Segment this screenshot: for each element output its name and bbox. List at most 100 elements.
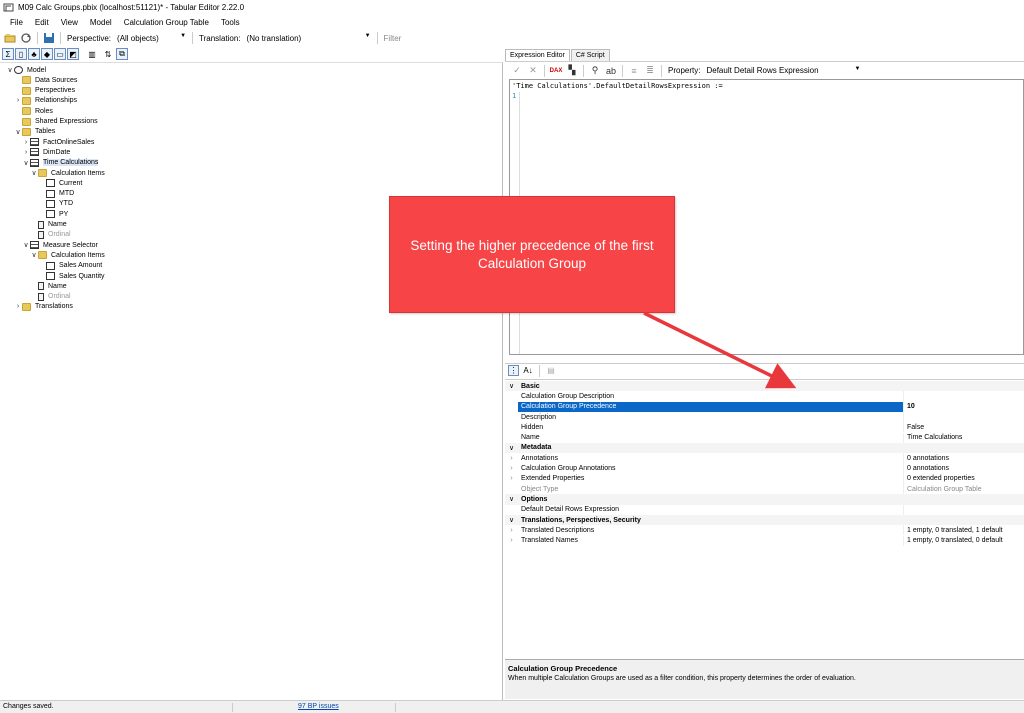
property-row[interactable]: Description xyxy=(505,411,1024,423)
open-icon[interactable] xyxy=(4,32,16,44)
uncomment-icon[interactable]: ≣ xyxy=(645,65,655,76)
tree-node[interactable]: ∨ Model xyxy=(6,65,46,75)
tree-node[interactable]: Data Sources xyxy=(14,75,77,85)
property-value[interactable]: False xyxy=(903,422,1024,433)
grid-view-icon[interactable]: ▥ xyxy=(86,48,98,60)
columns-icon[interactable]: ▯ xyxy=(15,48,27,60)
find-icon[interactable]: ⚲ xyxy=(590,65,600,76)
expander-icon[interactable]: ∨ xyxy=(30,169,38,177)
property-value[interactable]: Calculation Group Table xyxy=(903,484,1024,495)
tree-node[interactable]: Current xyxy=(38,178,82,188)
check-icon[interactable]: ✓ xyxy=(512,65,522,76)
tree-node[interactable]: YTD xyxy=(38,199,73,209)
expand-icon[interactable]: › xyxy=(505,537,518,544)
comment-icon[interactable]: ≡ xyxy=(629,66,639,76)
tab-csharp-script[interactable]: C# Script xyxy=(570,49,610,61)
tree-node[interactable]: ∨ Calculation Items xyxy=(30,168,105,178)
collapse-icon[interactable]: ∨ xyxy=(505,495,518,503)
property-row[interactable]: › Annotations 0 annotations xyxy=(505,453,1024,464)
tree-node[interactable]: › Relationships xyxy=(14,96,77,106)
tree-node[interactable]: ∨ Time Calculations xyxy=(22,158,99,168)
property-row[interactable]: Object Type Calculation Group Table xyxy=(505,484,1024,495)
property-value[interactable] xyxy=(903,411,1024,423)
translation-dropdown[interactable]: (No translation) ▼ xyxy=(244,32,374,44)
menu-item-calculation-group-table[interactable]: Calculation Group Table xyxy=(118,18,215,27)
tree-node[interactable]: ∨ Calculation Items xyxy=(30,250,105,260)
tree-node[interactable]: › DimDate xyxy=(22,147,70,157)
collapse-icon[interactable]: ∨ xyxy=(505,444,518,452)
tree-node[interactable]: Ordinal xyxy=(30,230,71,240)
menu-item-tools[interactable]: Tools xyxy=(215,18,246,27)
property-row[interactable]: Name Time Calculations xyxy=(505,432,1024,443)
sort-icon[interactable]: ⇅ xyxy=(102,48,114,60)
tree-node[interactable]: Perspectives xyxy=(14,86,75,96)
property-category[interactable]: ∨ Metadata xyxy=(505,442,1024,454)
menu-item-file[interactable]: File xyxy=(4,18,29,27)
expander-icon[interactable]: ∨ xyxy=(22,159,30,167)
expand-icon[interactable]: › xyxy=(505,455,518,462)
dax-format-icon[interactable]: DAX xyxy=(550,66,563,76)
expand-icon[interactable]: › xyxy=(505,465,518,472)
property-category[interactable]: ∨ Translations, Perspectives, Security xyxy=(505,514,1024,526)
tree-node[interactable]: Sales Amount xyxy=(38,261,102,271)
property-value[interactable]: 10 xyxy=(903,401,1024,412)
expander-icon[interactable]: ∨ xyxy=(6,66,14,74)
expander-icon[interactable]: ∨ xyxy=(30,251,38,259)
collapse-icon[interactable]: ∨ xyxy=(505,516,518,524)
menu-item-view[interactable]: View xyxy=(55,18,84,27)
info-columns-icon[interactable]: ◩ xyxy=(67,48,79,60)
tree-node[interactable]: ∨ Tables xyxy=(14,127,55,137)
refresh-icon[interactable] xyxy=(20,32,32,44)
expand-icon[interactable]: › xyxy=(505,527,518,534)
cancel-icon[interactable]: ✕ xyxy=(528,65,538,76)
menu-item-edit[interactable]: Edit xyxy=(29,18,55,27)
property-pages-icon[interactable]: ▤ xyxy=(545,365,557,377)
replace-icon[interactable]: ab xyxy=(606,66,616,76)
property-value[interactable]: 0 extended properties xyxy=(903,473,1024,484)
expander-icon[interactable]: › xyxy=(22,139,30,146)
tree-node[interactable]: Sales Quantity xyxy=(38,271,105,281)
property-row[interactable]: Default Detail Rows Expression xyxy=(505,504,1024,515)
expand-icon[interactable]: › xyxy=(505,475,518,482)
property-row[interactable]: › Translated Names 1 empty, 0 translated, … xyxy=(505,535,1024,546)
expander-icon[interactable]: › xyxy=(14,97,22,104)
categorized-icon[interactable]: ⋮ xyxy=(508,365,519,376)
property-category[interactable]: ∨ Basic xyxy=(505,381,1024,392)
tree-node[interactable]: PY xyxy=(38,209,68,219)
menu-item-model[interactable]: Model xyxy=(84,18,118,27)
expander-icon[interactable]: › xyxy=(14,303,22,310)
collapse-icon[interactable]: ∨ xyxy=(505,382,518,390)
expander-icon[interactable]: ∨ xyxy=(22,241,30,249)
property-row[interactable]: Calculation Group Precedence 10 xyxy=(505,401,1024,412)
hierarchy-icon[interactable]: ♣ xyxy=(28,48,40,60)
tree-node[interactable]: › FactOnlineSales xyxy=(22,137,94,147)
tree-node[interactable]: › Translations xyxy=(14,302,73,312)
property-row[interactable]: › Translated Descriptions 1 empty, 0 trans… xyxy=(505,525,1024,536)
property-row[interactable]: Hidden False xyxy=(505,422,1024,433)
property-category[interactable]: ∨ Options xyxy=(505,494,1024,505)
filter-input[interactable]: Filter xyxy=(384,34,402,43)
property-value[interactable] xyxy=(903,391,1024,402)
link-icon[interactable]: ⧉ xyxy=(116,48,128,60)
property-row[interactable]: › Extended Properties 0 extended propertie… xyxy=(505,473,1024,484)
property-value[interactable]: 1 empty, 0 translated, 0 default xyxy=(903,535,1024,546)
expander-icon[interactable]: ∨ xyxy=(14,128,22,136)
tree-node[interactable]: Name xyxy=(30,281,67,291)
alphabetical-sort-icon[interactable]: A↓ xyxy=(522,365,534,377)
save-icon[interactable] xyxy=(43,32,55,44)
dependencies-icon[interactable]: ▚ xyxy=(567,65,577,76)
property-value[interactable]: 0 annotations xyxy=(903,453,1024,464)
property-value[interactable] xyxy=(903,504,1024,515)
tree-node[interactable]: Name xyxy=(30,220,67,230)
property-value[interactable]: 0 annotations xyxy=(903,463,1024,474)
partitions-icon[interactable]: ◆ xyxy=(41,48,53,60)
sigma-icon[interactable]: Σ xyxy=(2,48,14,60)
tree-node[interactable]: Roles xyxy=(14,106,53,116)
property-row[interactable]: Calculation Group Description xyxy=(505,391,1024,402)
hidden-objects-icon[interactable]: ▭ xyxy=(54,48,66,60)
bp-issues-link[interactable]: 97 BP issues xyxy=(298,703,339,710)
property-row[interactable]: › Calculation Group Annotations 0 annotati… xyxy=(505,463,1024,474)
perspective-dropdown[interactable]: (All objects) ▼ xyxy=(114,32,189,44)
tree-node[interactable]: Ordinal xyxy=(30,292,71,302)
property-value[interactable]: 1 empty, 0 translated, 1 default xyxy=(903,525,1024,536)
